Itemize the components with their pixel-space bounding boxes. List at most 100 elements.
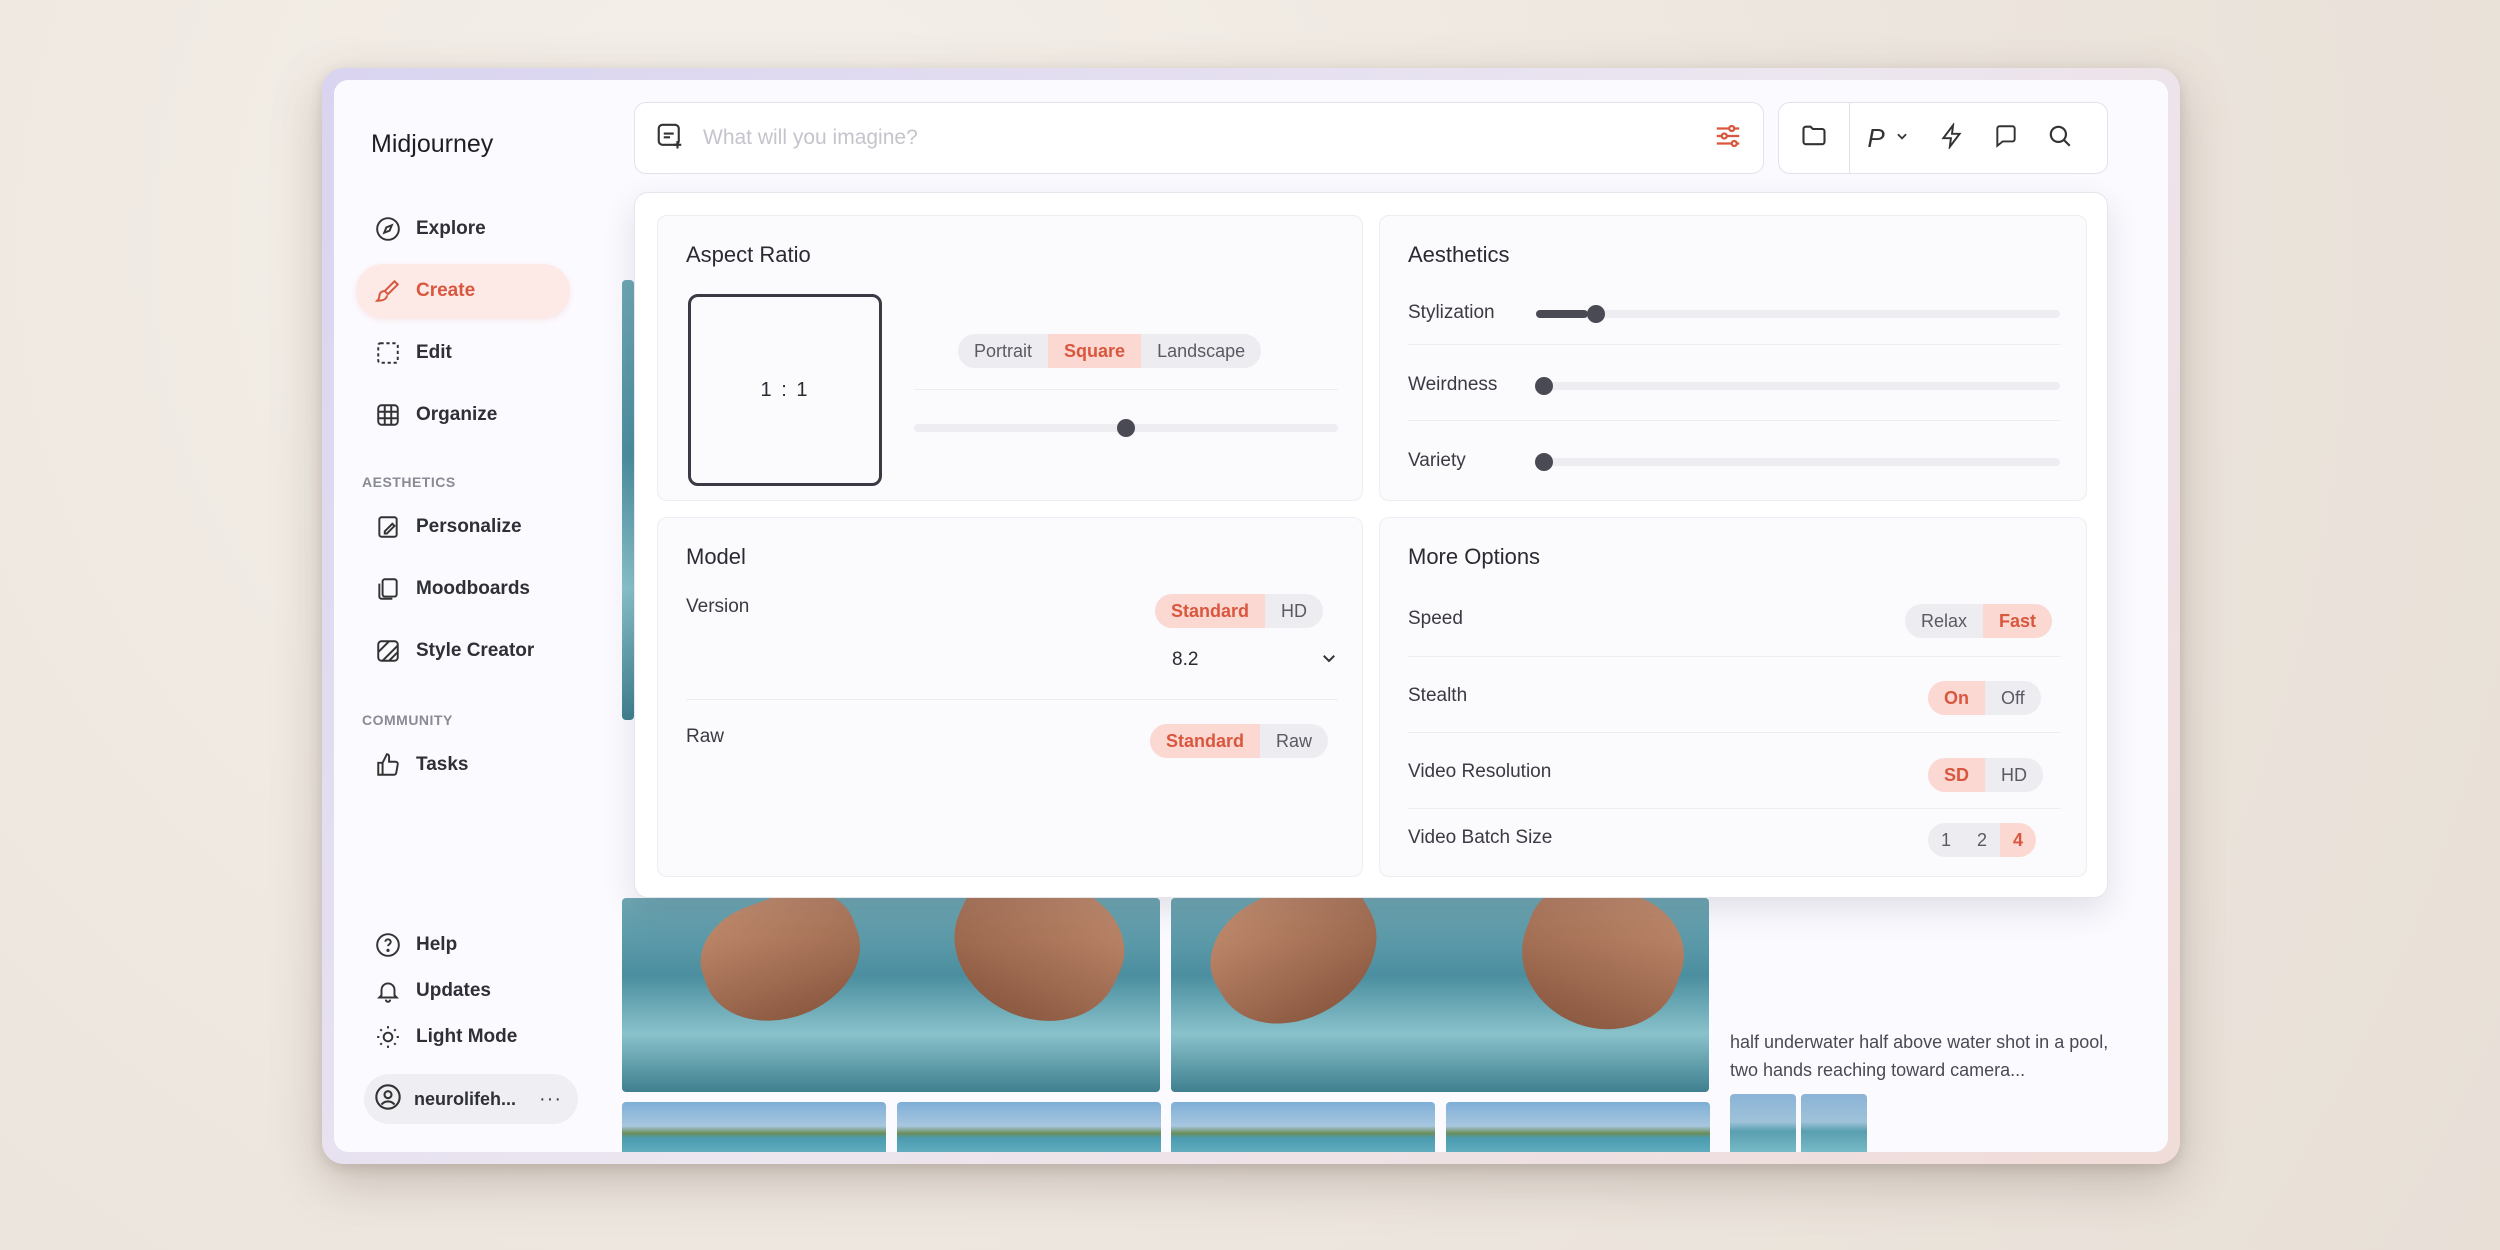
help-icon xyxy=(374,931,402,959)
search-icon xyxy=(2047,123,2073,154)
option-2[interactable]: 2 xyxy=(1964,823,2000,857)
sidebar-item-tasks[interactable]: Tasks xyxy=(356,738,570,792)
chevron-down-icon xyxy=(1895,129,1909,148)
option-sd[interactable]: SD xyxy=(1928,758,1986,792)
bell-icon xyxy=(374,977,402,1005)
option-relax[interactable]: Relax xyxy=(1905,604,1983,638)
video-resolution-toggle: SD HD xyxy=(1928,758,2044,792)
divider xyxy=(1408,344,2060,345)
compass-icon xyxy=(374,215,402,243)
divider xyxy=(1408,808,2060,809)
user-avatar-icon xyxy=(374,1083,402,1116)
more-options-title: More Options xyxy=(1408,544,1541,569)
video-batch-size-toggle: 1 2 4 xyxy=(1928,823,2037,857)
sidebar-item-style-creator[interactable]: Style Creator xyxy=(356,624,570,678)
user-account-button[interactable]: neurolifeh... ··· xyxy=(364,1074,578,1124)
video-batch-size-label: Video Batch Size xyxy=(1408,827,1553,848)
personalize-icon xyxy=(374,513,402,541)
sidebar-item-label: Edit xyxy=(416,342,452,363)
personalize-toggle[interactable]: P xyxy=(1850,103,1926,173)
sidebar-item-label: Light Mode xyxy=(416,1026,518,1047)
variety-slider-track[interactable] xyxy=(1536,458,2060,466)
gallery-image[interactable] xyxy=(1446,1102,1710,1152)
variety-slider-handle[interactable] xyxy=(1535,453,1553,471)
option-square[interactable]: Square xyxy=(1048,334,1142,368)
weirdness-slider-handle[interactable] xyxy=(1535,377,1553,395)
raw-label: Raw xyxy=(686,726,725,747)
moodboard-icon xyxy=(374,575,402,603)
divider xyxy=(686,699,1338,700)
gallery-image[interactable] xyxy=(1171,1102,1435,1152)
stylization-slider-track[interactable] xyxy=(1536,310,2060,318)
stylization-slider-handle[interactable] xyxy=(1586,305,1605,323)
aspect-ratio-slider-handle[interactable] xyxy=(1117,419,1135,437)
version-number: 8.2 xyxy=(1172,649,1199,670)
sidebar-item-light-mode[interactable]: Light Mode xyxy=(356,1010,570,1064)
folder-button[interactable] xyxy=(1779,103,1849,173)
option-on[interactable]: On xyxy=(1928,681,1985,715)
sidebar-item-label: Moodboards xyxy=(416,578,530,599)
stylization-slider-fill xyxy=(1536,310,1588,318)
sidebar-item-moodboards[interactable]: Moodboards xyxy=(356,562,570,616)
sidebar-item-explore[interactable]: Explore xyxy=(356,202,570,256)
style-creator-icon xyxy=(374,637,402,665)
add-image-icon[interactable] xyxy=(655,121,685,156)
option-hd[interactable]: HD xyxy=(1265,594,1323,628)
sidebar-item-create[interactable]: Create xyxy=(356,264,570,318)
more-options-card: More Options Speed Relax Fast Stealth On… xyxy=(1379,517,2087,877)
version-label: Version xyxy=(686,596,750,617)
orientation-toggle: Portrait Square Landscape xyxy=(958,334,1262,368)
option-standard[interactable]: Standard xyxy=(1150,724,1261,758)
gallery-image[interactable] xyxy=(622,1102,886,1152)
option-fast[interactable]: Fast xyxy=(1983,604,2053,638)
aesthetics-title: Aesthetics xyxy=(1408,242,1510,267)
option-off[interactable]: Off xyxy=(1985,681,2041,715)
lightning-icon xyxy=(1939,121,1965,154)
grid-icon xyxy=(374,401,402,429)
sidebar-item-label: Explore xyxy=(416,218,486,239)
gallery-image[interactable] xyxy=(622,898,1160,1092)
thumbs-up-icon xyxy=(374,751,402,779)
aesthetics-card: Aesthetics Stylization Weirdness Variety xyxy=(1379,215,2087,501)
sidebar-item-label: Organize xyxy=(416,404,498,425)
aspect-ratio-title: Aspect Ratio xyxy=(686,242,811,267)
sidebar-item-organize[interactable]: Organize xyxy=(356,388,570,442)
sidebar-item-edit[interactable]: Edit xyxy=(356,326,570,380)
sidebar: Midjourney Explore Create Edit Organize xyxy=(334,80,604,1152)
gallery-image[interactable] xyxy=(897,1102,1161,1152)
chat-icon xyxy=(1993,123,2019,154)
option-standard[interactable]: Standard xyxy=(1155,594,1266,628)
chat-button[interactable] xyxy=(1978,103,2034,173)
option-landscape[interactable]: Landscape xyxy=(1141,334,1261,368)
version-select[interactable]: 8.2 xyxy=(1172,642,1338,678)
app-logo[interactable]: Midjourney xyxy=(371,130,493,159)
aspect-ratio-card: Aspect Ratio 1 : 1 Portrait Square Lands… xyxy=(657,215,1363,501)
sidebar-item-label: Style Creator xyxy=(416,640,535,661)
gallery-thumbnail[interactable] xyxy=(1801,1094,1867,1152)
sidebar-item-label: Updates xyxy=(416,980,491,1001)
gallery-image[interactable] xyxy=(622,280,634,720)
option-1[interactable]: 1 xyxy=(1928,823,1964,857)
gallery-thumbnail[interactable] xyxy=(1730,1094,1796,1152)
toolbar: P xyxy=(1778,102,2108,174)
prompt-input[interactable]: What will you imagine? xyxy=(703,126,1713,150)
prompt-caption[interactable]: half underwater half above water shot in… xyxy=(1730,1028,2110,1084)
sidebar-item-personalize[interactable]: Personalize xyxy=(356,500,570,554)
option-4[interactable]: 4 xyxy=(2000,823,2037,857)
weirdness-label: Weirdness xyxy=(1408,374,1498,395)
speed-button[interactable] xyxy=(1926,103,1978,173)
personalize-letter: P xyxy=(1867,122,1885,153)
option-raw[interactable]: Raw xyxy=(1260,724,1328,758)
gallery-image[interactable] xyxy=(1171,898,1709,1092)
section-label-community: COMMUNITY xyxy=(362,712,453,728)
weirdness-slider-track[interactable] xyxy=(1536,382,2060,390)
more-options-button[interactable]: ··· xyxy=(539,1088,562,1111)
option-hd[interactable]: HD xyxy=(1985,758,2043,792)
divider xyxy=(914,389,1338,390)
search-button[interactable] xyxy=(2034,103,2086,173)
divider xyxy=(1408,656,2060,657)
brush-icon xyxy=(374,277,402,305)
option-portrait[interactable]: Portrait xyxy=(958,334,1048,368)
settings-sliders-icon[interactable] xyxy=(1713,121,1743,156)
video-resolution-label: Video Resolution xyxy=(1408,761,1552,782)
